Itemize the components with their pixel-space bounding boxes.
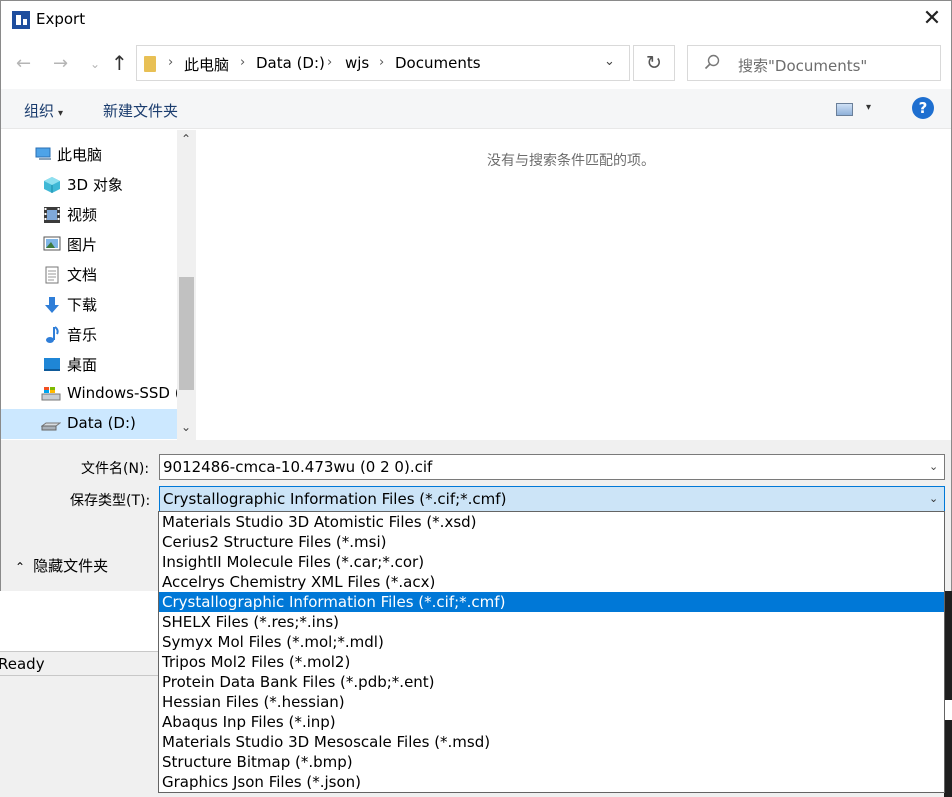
organize-button[interactable]: 组织 ▾ bbox=[24, 100, 63, 121]
filetype-option[interactable]: Tripos Mol2 Files (*.mol2) bbox=[159, 652, 944, 672]
filetype-option[interactable]: Materials Studio 3D Atomistic Files (*.x… bbox=[159, 512, 944, 532]
up-arrow-icon[interactable]: ↑ bbox=[111, 51, 128, 75]
filetype-option[interactable]: Accelrys Chemistry XML Files (*.acx) bbox=[159, 572, 944, 592]
view-options-caret-icon[interactable]: ▾ bbox=[866, 102, 871, 113]
export-dialog: Export ✕ ← → ⌄ ↑ › 此电脑 › Data (D:) › wjs… bbox=[0, 0, 952, 591]
title-bar[interactable]: Export ✕ bbox=[1, 1, 951, 39]
drive-icon bbox=[41, 386, 61, 402]
filetype-select[interactable]: Crystallographic Information Files (*.ci… bbox=[159, 486, 945, 512]
hide-folders-label: 隐藏文件夹 bbox=[33, 557, 109, 575]
sidebar-item-3d-objects[interactable]: 3D 对象 bbox=[1, 169, 177, 199]
screen: Ready Export ✕ ← → ⌄ ↑ › 此电脑 › Data (D:)… bbox=[0, 0, 952, 797]
back-arrow-icon[interactable]: ← bbox=[16, 53, 31, 74]
empty-results-message: 没有与搜索条件匹配的项。 bbox=[487, 153, 655, 169]
filetype-option[interactable]: SHELX Files (*.res;*.ins) bbox=[159, 612, 944, 632]
breadcrumb-this-pc[interactable]: 此电脑 bbox=[184, 54, 229, 75]
close-button[interactable]: ✕ bbox=[921, 7, 943, 31]
filetype-option-selected[interactable]: Crystallographic Information Files (*.ci… bbox=[159, 592, 944, 612]
sidebar-item-this-pc[interactable]: 此电脑 bbox=[1, 139, 177, 169]
forward-arrow-icon[interactable]: → bbox=[53, 53, 68, 74]
navigation-scrollbar[interactable]: ⌃ ⌄ bbox=[177, 130, 196, 440]
search-icon bbox=[704, 54, 720, 75]
sidebar-item-label: 下载 bbox=[67, 296, 98, 314]
filetype-option[interactable]: Cerius2 Structure Files (*.msi) bbox=[159, 532, 944, 552]
document-icon bbox=[45, 266, 61, 284]
new-folder-button[interactable]: 新建文件夹 bbox=[103, 100, 178, 121]
sidebar-item-windows-ssd[interactable]: Windows-SSD ( bbox=[1, 379, 181, 409]
sidebar-item-music[interactable]: 音乐 bbox=[1, 319, 177, 349]
window-title: Export bbox=[36, 10, 86, 28]
address-bar[interactable]: › 此电脑 › Data (D:) › wjs › Documents ⌄ bbox=[136, 45, 630, 81]
hide-folders-button[interactable]: ⌃ 隐藏文件夹 bbox=[15, 555, 108, 576]
sidebar-item-label: 3D 对象 bbox=[67, 176, 123, 194]
background-right-panel-gap bbox=[944, 700, 952, 720]
film-icon bbox=[43, 206, 60, 223]
watermark: 知乎 @若愚 bbox=[775, 746, 914, 776]
search-input[interactable]: 搜索"Documents" bbox=[687, 45, 941, 81]
drive-icon bbox=[40, 416, 62, 432]
background-status-text: Ready bbox=[0, 655, 45, 673]
filetype-option[interactable]: Hessian Files (*.hessian) bbox=[159, 692, 944, 712]
scroll-down-icon[interactable]: ⌄ bbox=[181, 420, 191, 434]
filetype-option[interactable]: Symyx Mol Files (*.mol;*.mdl) bbox=[159, 632, 944, 652]
filetype-label: 保存类型(T): bbox=[70, 493, 151, 509]
sidebar-item-desktop[interactable]: 桌面 bbox=[1, 349, 177, 379]
scroll-up-icon[interactable]: ⌃ bbox=[181, 132, 191, 146]
filename-label: 文件名(N): bbox=[81, 461, 150, 477]
file-list-pane[interactable]: 没有与搜索条件匹配的项。 bbox=[197, 130, 951, 440]
sidebar-item-documents[interactable]: 文档 bbox=[1, 259, 177, 289]
folder-icon bbox=[144, 56, 156, 72]
scrollbar-thumb[interactable] bbox=[179, 277, 194, 390]
picture-icon bbox=[43, 236, 61, 252]
sidebar-item-label: 音乐 bbox=[67, 326, 98, 344]
filetype-option[interactable]: Protein Data Bank Files (*.pdb;*.ent) bbox=[159, 672, 944, 692]
navigation-row: ← → ⌄ ↑ › 此电脑 › Data (D:) › wjs › Docume… bbox=[1, 43, 951, 85]
refresh-button[interactable]: ↻ bbox=[633, 45, 675, 81]
sidebar-item-label: 文档 bbox=[67, 266, 98, 284]
search-placeholder: 搜索"Documents" bbox=[738, 57, 868, 75]
sidebar-item-label: 此电脑 bbox=[57, 146, 103, 164]
breadcrumb-data-drive[interactable]: Data (D:) bbox=[256, 54, 325, 72]
app-icon bbox=[12, 11, 30, 29]
breadcrumb-separator[interactable]: › bbox=[379, 55, 384, 70]
chevron-down-icon[interactable]: ⌄ bbox=[604, 54, 615, 69]
breadcrumb-separator[interactable]: › bbox=[327, 55, 332, 70]
background-right-panel bbox=[944, 590, 952, 797]
command-toolbar: 组织 ▾ 新建文件夹 ▾ ? bbox=[1, 89, 951, 129]
sidebar-item-label: Windows-SSD ( bbox=[67, 384, 181, 402]
caret-down-icon: ▾ bbox=[58, 108, 64, 119]
recent-locations-icon[interactable]: ⌄ bbox=[90, 57, 100, 71]
computer-icon bbox=[35, 146, 51, 162]
sidebar-item-label: Data (D:) bbox=[67, 414, 136, 432]
sidebar-item-data-drive[interactable]: Data (D:) bbox=[1, 409, 177, 439]
organize-label: 组织 bbox=[24, 102, 55, 120]
breadcrumb-documents[interactable]: Documents bbox=[395, 54, 481, 72]
chevron-down-icon[interactable]: ⌄ bbox=[929, 460, 938, 473]
music-note-icon bbox=[45, 326, 61, 343]
filename-value: 9012486-cmca-10.473wu (0 2 0).cif bbox=[163, 458, 433, 476]
cube-icon bbox=[43, 176, 60, 193]
navigation-pane: 此电脑 3D 对象 视频 图片 文档 下载 音乐 桌面 Windows-SSD … bbox=[1, 130, 197, 440]
refresh-icon: ↻ bbox=[646, 52, 662, 74]
filetype-option[interactable]: Abaqus Inp Files (*.inp) bbox=[159, 712, 944, 732]
desktop-icon bbox=[43, 356, 60, 372]
sidebar-item-pictures[interactable]: 图片 bbox=[1, 229, 177, 259]
chevron-up-icon: ⌃ bbox=[15, 560, 26, 574]
sidebar-item-label: 视频 bbox=[67, 206, 98, 224]
change-view-icon[interactable] bbox=[836, 103, 853, 116]
sidebar-item-label: 桌面 bbox=[67, 356, 98, 374]
sidebar-item-videos[interactable]: 视频 bbox=[1, 199, 177, 229]
chevron-down-icon[interactable]: ⌄ bbox=[929, 492, 938, 505]
breadcrumb-separator[interactable]: › bbox=[240, 55, 245, 70]
sidebar-item-downloads[interactable]: 下载 bbox=[1, 289, 177, 319]
sidebar-item-label: 图片 bbox=[67, 236, 98, 254]
filetype-value: Crystallographic Information Files (*.ci… bbox=[163, 490, 507, 508]
download-arrow-icon bbox=[44, 296, 60, 313]
filename-field[interactable]: 9012486-cmca-10.473wu (0 2 0).cif ⌄ bbox=[159, 454, 945, 480]
breadcrumb-separator[interactable]: › bbox=[168, 55, 173, 70]
filetype-option[interactable]: InsightII Molecule Files (*.car;*.cor) bbox=[159, 552, 944, 572]
help-button[interactable]: ? bbox=[912, 97, 934, 119]
breadcrumb-wjs[interactable]: wjs bbox=[345, 54, 369, 72]
